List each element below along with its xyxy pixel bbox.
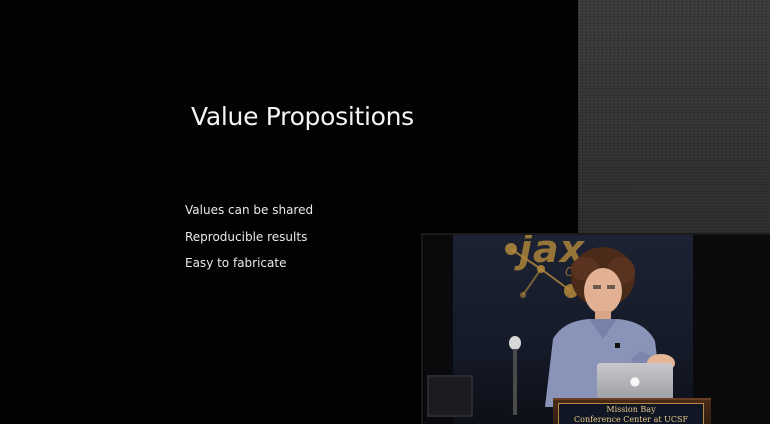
bullet-item: Easy to fabricate	[185, 256, 287, 270]
apple-logo-icon: ●	[629, 374, 641, 388]
podium: Mission Bay Conference Center at UCSF	[553, 398, 711, 424]
bullet-item: Reproducible results	[185, 229, 308, 244]
podium-sign: Mission Bay Conference Center at UCSF	[558, 403, 704, 424]
bullet-list: Values can be shared Reproducible result…	[185, 202, 313, 282]
laptop: ●	[597, 363, 673, 399]
bullet-item: Values can be shared	[185, 203, 314, 217]
presentation-frame: Value Propositions Values can be shared …	[0, 0, 770, 424]
podium-sign-line-2: Conference Center at UCSF	[574, 415, 688, 424]
podium-sign-line-1: Mission Bay	[606, 405, 656, 414]
microphone-icon	[509, 336, 521, 415]
stage-monitor	[427, 375, 473, 417]
slide-title: Value Propositions	[191, 102, 414, 131]
speaker-video-inset: jax Conf	[421, 233, 770, 424]
